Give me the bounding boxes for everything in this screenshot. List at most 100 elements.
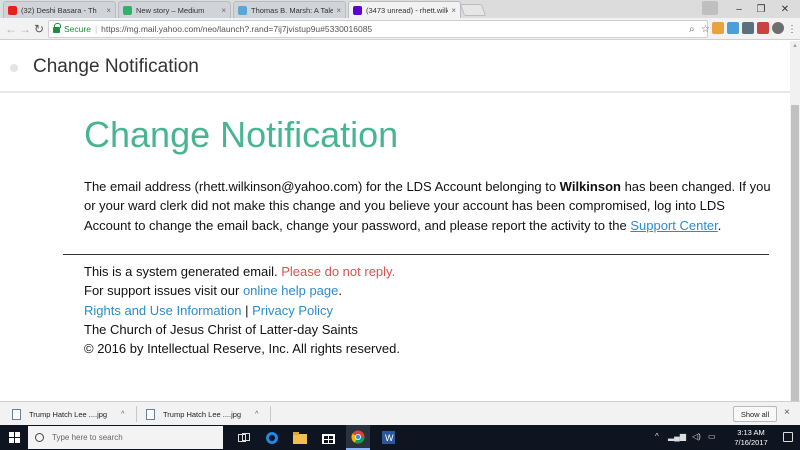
- scrollbar[interactable]: ▲: [790, 41, 800, 401]
- support-text: For support issues visit our: [84, 283, 243, 299]
- chevron-up-icon[interactable]: ^: [255, 411, 258, 418]
- close-downloads-icon[interactable]: ×: [784, 407, 790, 418]
- clock-date: 7/16/2017: [734, 438, 768, 447]
- download-filename: Trump Hatch Lee ....jpg: [163, 409, 242, 419]
- medium-icon: [123, 5, 132, 15]
- privacy-policy-link[interactable]: Privacy Policy: [252, 303, 333, 318]
- chevron-up-icon[interactable]: ^: [121, 411, 124, 418]
- secure-label: Secure: [64, 24, 91, 34]
- download-item[interactable]: Trump Hatch Lee ....jpg ^: [12, 405, 124, 423]
- support-text-end: .: [338, 283, 342, 299]
- edge-icon[interactable]: [260, 425, 284, 450]
- link-divider: |: [241, 302, 253, 318]
- url-text: https://mg.mail.yahoo.com/neo/launch?.ra…: [101, 24, 373, 34]
- download-separator: [136, 406, 137, 422]
- address-bar[interactable]: Secure | https://mg.mail.yahoo.com/neo/l…: [48, 20, 710, 38]
- tab-title: New story – Medium: [136, 5, 205, 15]
- page-icon: [238, 5, 247, 15]
- email-heading: Change Notification: [84, 114, 399, 155]
- extension-icon[interactable]: [712, 22, 724, 34]
- back-button[interactable]: ←: [4, 21, 18, 37]
- cortana-icon: [35, 433, 44, 442]
- forward-button[interactable]: →: [18, 21, 32, 37]
- system-text: This is a system generated email.: [84, 264, 282, 279]
- clock-time: 3:13 AM: [737, 428, 765, 437]
- rights-and-use-link[interactable]: Rights and Use Information: [84, 303, 242, 318]
- browser-toolbar: ← → ↻ Secure | https://mg.mail.yahoo.com…: [0, 18, 800, 40]
- new-tab-button[interactable]: [459, 4, 487, 16]
- copyright: © 2016 by Intellectual Reserve, Inc. All…: [84, 341, 400, 357]
- divider: [63, 254, 769, 255]
- tab-title: Thomas B. Marsh: A Tale: [251, 5, 334, 15]
- taskbar: Type here to search W ^ ▂▄▆ ◁) ▭ 3:13 AM…: [0, 425, 800, 450]
- tab-strip: (32) Deshi Basara - Th × New story – Med…: [0, 0, 800, 18]
- tab-thomas-marsh[interactable]: Thomas B. Marsh: A Tale ×: [233, 1, 346, 18]
- close-icon[interactable]: ×: [106, 6, 111, 15]
- chrome-icon[interactable]: [346, 425, 370, 450]
- system-notice: This is a system generated email. Please…: [84, 262, 400, 281]
- download-separator: [270, 406, 271, 422]
- lock-icon: [53, 23, 61, 33]
- address-divider: |: [94, 24, 98, 34]
- extension-icon[interactable]: [757, 22, 769, 34]
- church-name: The Church of Jesus Christ of Latter-day…: [84, 321, 358, 337]
- support-line: For support issues visit our online help…: [84, 281, 400, 300]
- search-icon[interactable]: ⌕: [689, 24, 695, 35]
- email-footer: This is a system generated email. Please…: [84, 262, 400, 358]
- battery-icon[interactable]: ▭: [708, 432, 716, 441]
- tab-medium[interactable]: New story – Medium ×: [118, 1, 231, 18]
- support-center-link[interactable]: Support Center: [630, 218, 717, 233]
- bookmark-star-icon[interactable]: ☆: [701, 24, 710, 35]
- network-icon[interactable]: ▂▄▆: [668, 432, 686, 441]
- image-file-icon: [146, 408, 155, 420]
- extension-icon[interactable]: [727, 22, 739, 34]
- profile-icon[interactable]: [702, 1, 718, 15]
- youtube-icon: [8, 5, 17, 15]
- taskbar-search[interactable]: Type here to search: [28, 426, 223, 449]
- yahoo-mail-icon: [353, 5, 362, 15]
- close-icon[interactable]: ×: [336, 6, 341, 15]
- close-window-button[interactable]: ✕: [770, 0, 800, 18]
- image-file-icon: [12, 408, 21, 420]
- body-text: .: [717, 217, 722, 233]
- tab-yahoo-mail[interactable]: (3473 unread) - rhett.wilk ×: [348, 1, 461, 18]
- tab-title: (32) Deshi Basara - Th: [21, 5, 97, 15]
- windows-icon: [9, 432, 20, 443]
- online-help-link[interactable]: online help page: [243, 283, 338, 298]
- show-all-button[interactable]: Show all: [733, 406, 777, 422]
- start-button[interactable]: [0, 425, 28, 450]
- email-content: Change Notification The email address (r…: [84, 97, 774, 235]
- reload-button[interactable]: ↻: [32, 21, 46, 37]
- policy-links: Rights and Use Information | Privacy Pol…: [84, 301, 400, 320]
- svg-text:W: W: [385, 433, 394, 443]
- page-header: Change Notification: [0, 41, 790, 93]
- word-icon[interactable]: W: [376, 425, 400, 450]
- scroll-up-icon[interactable]: ▲: [790, 41, 800, 51]
- store-icon[interactable]: [316, 425, 340, 450]
- body-text: The email address (rhett.wilkinson@yahoo…: [84, 179, 560, 194]
- close-icon[interactable]: ×: [221, 6, 226, 15]
- close-icon[interactable]: ×: [451, 6, 456, 15]
- extension-icon[interactable]: [742, 22, 754, 34]
- screen: (32) Deshi Basara - Th × New story – Med…: [0, 0, 800, 450]
- download-item[interactable]: Trump Hatch Lee ....jpg ^: [146, 405, 258, 423]
- volume-icon[interactable]: ◁): [692, 432, 701, 441]
- email-body: The email address (rhett.wilkinson@yahoo…: [84, 177, 774, 235]
- tab-youtube[interactable]: (32) Deshi Basara - Th ×: [3, 1, 116, 18]
- download-filename: Trump Hatch Lee ....jpg: [29, 409, 108, 419]
- no-reply-text: Please do not reply.: [281, 264, 396, 279]
- search-placeholder: Type here to search: [52, 433, 123, 442]
- menu-icon[interactable]: ⋮: [785, 21, 799, 37]
- status-dot: [10, 64, 18, 72]
- action-center-icon[interactable]: [783, 432, 793, 442]
- page-title: Change Notification: [33, 56, 199, 77]
- scroll-thumb[interactable]: [791, 105, 799, 401]
- extension-icon[interactable]: [772, 22, 784, 34]
- show-hidden-icons[interactable]: ^: [655, 432, 659, 441]
- account-name: Wilkinson: [559, 179, 621, 194]
- downloads-bar: Trump Hatch Lee ....jpg ^ Trump Hatch Le…: [0, 401, 800, 425]
- clock[interactable]: 3:13 AM 7/16/2017: [727, 428, 775, 448]
- task-view-icon[interactable]: [232, 425, 256, 450]
- file-explorer-icon[interactable]: [288, 425, 312, 450]
- tab-title: (3473 unread) - rhett.wilk: [366, 5, 449, 15]
